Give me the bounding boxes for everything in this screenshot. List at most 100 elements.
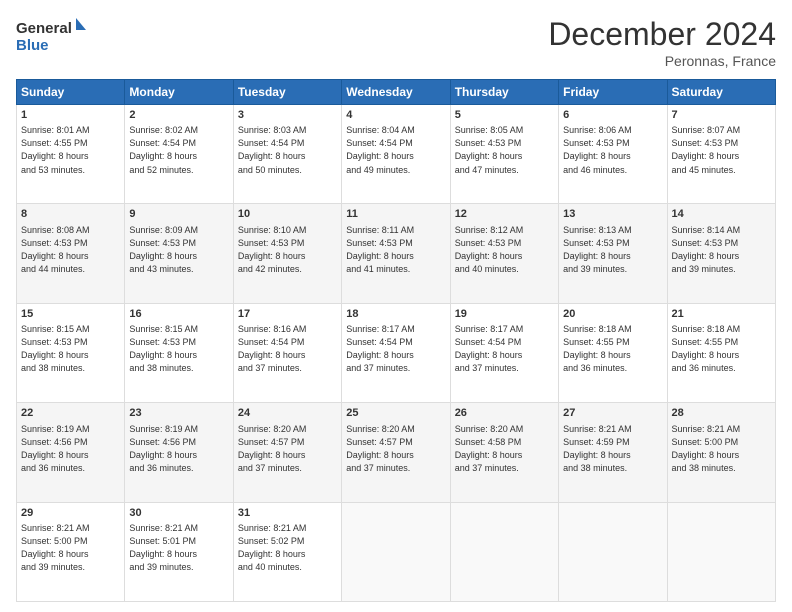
day-info: Sunrise: 8:20 AMSunset: 4:57 PMDaylight:…: [238, 423, 337, 475]
calendar-cell: 13Sunrise: 8:13 AMSunset: 4:53 PMDayligh…: [559, 204, 667, 303]
day-info: Sunrise: 8:18 AMSunset: 4:55 PMDaylight:…: [563, 323, 662, 375]
day-info: Sunrise: 8:06 AMSunset: 4:53 PMDaylight:…: [563, 124, 662, 176]
day-number: 14: [672, 207, 771, 222]
calendar-cell: 25Sunrise: 8:20 AMSunset: 4:57 PMDayligh…: [342, 403, 450, 502]
calendar-cell: 22 Sunrise: 8:19 AMSunset: 4:56 PMDayligh…: [17, 403, 125, 502]
day-info: Sunrise: 8:01 AMSunset: 4:55 PMDaylight:…: [21, 124, 120, 176]
day-number: 22: [21, 406, 120, 421]
day-number: 24: [238, 406, 337, 421]
day-number: 1: [21, 108, 120, 123]
title-block: December 2024 Peronnas, France: [548, 16, 776, 69]
weekday-header-sunday: Sunday: [17, 80, 125, 105]
day-number: 30: [129, 506, 228, 521]
calendar-cell: 29Sunrise: 8:21 AMSunset: 5:00 PMDayligh…: [17, 502, 125, 601]
day-number: 6: [563, 108, 662, 123]
day-info: Sunrise: 8:16 AMSunset: 4:54 PMDaylight:…: [238, 323, 337, 375]
day-info: Sunrise: 8:13 AMSunset: 4:53 PMDaylight:…: [563, 224, 662, 276]
day-number: 5: [455, 108, 554, 123]
day-info: Sunrise: 8:10 AMSunset: 4:53 PMDaylight:…: [238, 224, 337, 276]
calendar-cell: 16Sunrise: 8:15 AMSunset: 4:53 PMDayligh…: [125, 303, 233, 402]
day-number: 11: [346, 207, 445, 222]
day-info: Sunrise: 8:20 AMSunset: 4:58 PMDaylight:…: [455, 423, 554, 475]
weekday-header-friday: Friday: [559, 80, 667, 105]
day-number: 10: [238, 207, 337, 222]
calendar-cell: 31Sunrise: 8:21 AMSunset: 5:02 PMDayligh…: [233, 502, 341, 601]
day-info: Sunrise: 8:19 AMSunset: 4:56 PMDaylight:…: [129, 423, 228, 475]
day-info: Sunrise: 8:04 AMSunset: 4:54 PMDaylight:…: [346, 124, 445, 176]
calendar-cell: [342, 502, 450, 601]
calendar-cell: [559, 502, 667, 601]
calendar-cell: 15Sunrise: 8:15 AMSunset: 4:53 PMDayligh…: [17, 303, 125, 402]
day-number: 16: [129, 307, 228, 322]
day-number: 21: [672, 307, 771, 322]
day-number: 19: [455, 307, 554, 322]
day-number: 7: [672, 108, 771, 123]
calendar-cell: [667, 502, 775, 601]
page: General Blue December 2024 Peronnas, Fra…: [0, 0, 792, 612]
calendar-cell: 24 Sunrise: 8:20 AMSunset: 4:57 PMDayligh…: [233, 403, 341, 502]
weekday-header-wednesday: Wednesday: [342, 80, 450, 105]
main-title: December 2024: [548, 16, 776, 53]
day-info: Sunrise: 8:14 AMSunset: 4:53 PMDaylight:…: [672, 224, 771, 276]
calendar-cell: 27 Sunrise: 8:21 AMSunset: 4:59 PMDayligh…: [559, 403, 667, 502]
calendar-cell: 9 Sunrise: 8:09 AMSunset: 4:53 PMDaylight…: [125, 204, 233, 303]
day-number: 29: [21, 506, 120, 521]
calendar-cell: 2Sunrise: 8:02 AMSunset: 4:54 PMDaylight…: [125, 105, 233, 204]
day-number: 23: [129, 406, 228, 421]
calendar-cell: 10 Sunrise: 8:10 AMSunset: 4:53 PMDayligh…: [233, 204, 341, 303]
day-info: Sunrise: 8:12 AMSunset: 4:53 PMDaylight:…: [455, 224, 554, 276]
day-number: 3: [238, 108, 337, 123]
day-number: 28: [672, 406, 771, 421]
day-number: 4: [346, 108, 445, 123]
day-number: 12: [455, 207, 554, 222]
day-info: Sunrise: 8:07 AMSunset: 4:53 PMDaylight:…: [672, 124, 771, 176]
day-number: 27: [563, 406, 662, 421]
calendar-cell: 19Sunrise: 8:17 AMSunset: 4:54 PMDayligh…: [450, 303, 558, 402]
calendar-cell: 8 Sunrise: 8:08 AMSunset: 4:53 PMDaylight…: [17, 204, 125, 303]
logo: General Blue: [16, 16, 86, 58]
day-number: 31: [238, 506, 337, 521]
calendar-cell: 7Sunrise: 8:07 AMSunset: 4:53 PMDaylight…: [667, 105, 775, 204]
day-number: 18: [346, 307, 445, 322]
day-info: Sunrise: 8:21 AMSunset: 4:59 PMDaylight:…: [563, 423, 662, 475]
calendar-cell: 17Sunrise: 8:16 AMSunset: 4:54 PMDayligh…: [233, 303, 341, 402]
calendar-cell: 20Sunrise: 8:18 AMSunset: 4:55 PMDayligh…: [559, 303, 667, 402]
weekday-header-monday: Monday: [125, 80, 233, 105]
day-info: Sunrise: 8:08 AMSunset: 4:53 PMDaylight:…: [21, 224, 120, 276]
day-number: 20: [563, 307, 662, 322]
day-info: Sunrise: 8:21 AMSunset: 5:00 PMDaylight:…: [672, 423, 771, 475]
day-info: Sunrise: 8:05 AMSunset: 4:53 PMDaylight:…: [455, 124, 554, 176]
weekday-header-saturday: Saturday: [667, 80, 775, 105]
weekday-header-thursday: Thursday: [450, 80, 558, 105]
day-info: Sunrise: 8:18 AMSunset: 4:55 PMDaylight:…: [672, 323, 771, 375]
day-info: Sunrise: 8:03 AMSunset: 4:54 PMDaylight:…: [238, 124, 337, 176]
day-number: 8: [21, 207, 120, 222]
day-info: Sunrise: 8:19 AMSunset: 4:56 PMDaylight:…: [21, 423, 120, 475]
calendar-cell: 26 Sunrise: 8:20 AMSunset: 4:58 PMDayligh…: [450, 403, 558, 502]
calendar-cell: 28 Sunrise: 8:21 AMSunset: 5:00 PMDayligh…: [667, 403, 775, 502]
calendar-cell: 21Sunrise: 8:18 AMSunset: 4:55 PMDayligh…: [667, 303, 775, 402]
calendar-cell: 5Sunrise: 8:05 AMSunset: 4:53 PMDaylight…: [450, 105, 558, 204]
header: General Blue December 2024 Peronnas, Fra…: [16, 16, 776, 69]
day-info: Sunrise: 8:17 AMSunset: 4:54 PMDaylight:…: [455, 323, 554, 375]
day-info: Sunrise: 8:20 AMSunset: 4:57 PMDaylight:…: [346, 423, 445, 475]
day-info: Sunrise: 8:21 AMSunset: 5:01 PMDaylight:…: [129, 522, 228, 574]
subtitle: Peronnas, France: [548, 53, 776, 69]
day-number: 15: [21, 307, 120, 322]
calendar-cell: 3Sunrise: 8:03 AMSunset: 4:54 PMDaylight…: [233, 105, 341, 204]
calendar-cell: [450, 502, 558, 601]
calendar-cell: 11 Sunrise: 8:11 AMSunset: 4:53 PMDayligh…: [342, 204, 450, 303]
calendar-cell: 23 Sunrise: 8:19 AMSunset: 4:56 PMDayligh…: [125, 403, 233, 502]
day-number: 2: [129, 108, 228, 123]
svg-text:Blue: Blue: [16, 37, 49, 54]
day-info: Sunrise: 8:11 AMSunset: 4:53 PMDaylight:…: [346, 224, 445, 276]
weekday-header-tuesday: Tuesday: [233, 80, 341, 105]
day-number: 17: [238, 307, 337, 322]
day-info: Sunrise: 8:02 AMSunset: 4:54 PMDaylight:…: [129, 124, 228, 176]
calendar-cell: 30Sunrise: 8:21 AMSunset: 5:01 PMDayligh…: [125, 502, 233, 601]
day-number: 9: [129, 207, 228, 222]
day-info: Sunrise: 8:09 AMSunset: 4:53 PMDaylight:…: [129, 224, 228, 276]
day-number: 26: [455, 406, 554, 421]
calendar-cell: 6Sunrise: 8:06 AMSunset: 4:53 PMDaylight…: [559, 105, 667, 204]
day-info: Sunrise: 8:17 AMSunset: 4:54 PMDaylight:…: [346, 323, 445, 375]
